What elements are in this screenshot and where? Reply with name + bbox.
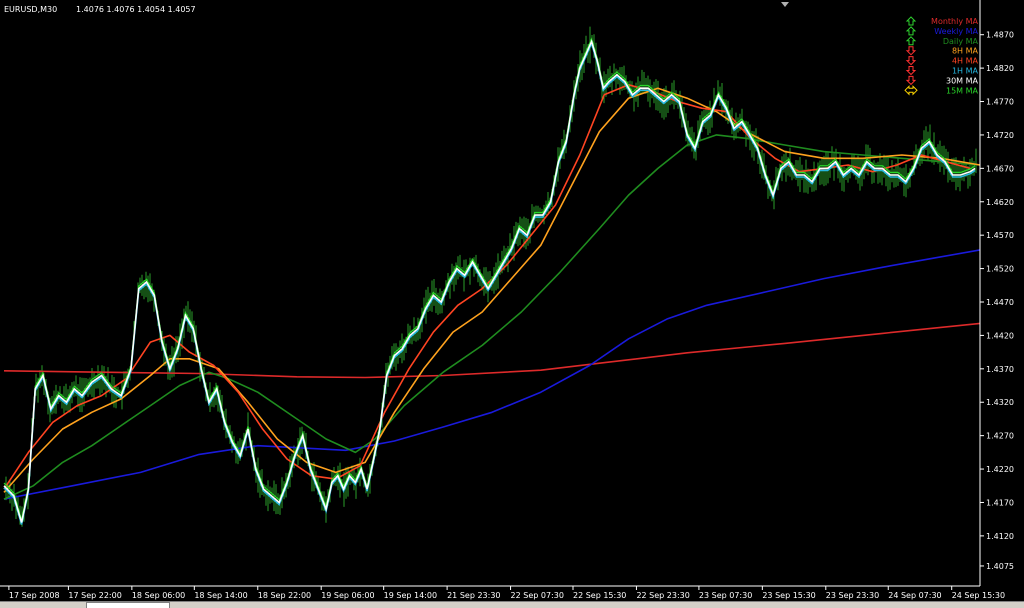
legend-label: 30M MA xyxy=(946,76,979,85)
y-tick-label: 1.4720 xyxy=(986,131,1014,140)
arrow-up-icon xyxy=(905,16,917,26)
legend-label: 8H MA xyxy=(952,47,979,56)
x-tick-label: 17 Sep 22:00 xyxy=(68,591,121,600)
x-tick-label: 23 Sep 15:30 xyxy=(762,591,815,600)
legend-label: 4H MA xyxy=(952,57,979,66)
shift-marker-icon[interactable] xyxy=(781,2,789,7)
x-tick-label: 19 Sep 06:00 xyxy=(321,591,374,600)
x-tick-label: 18 Sep 06:00 xyxy=(132,591,185,600)
legend-label: Daily MA xyxy=(943,37,979,46)
symbol-label: EURUSD,M30 xyxy=(4,5,57,14)
y-tick-label: 1.4870 xyxy=(986,31,1014,40)
legend-label: 15M MA xyxy=(946,86,979,95)
y-tick-label: 1.4220 xyxy=(986,465,1014,474)
arrow-up-icon xyxy=(905,36,917,46)
x-tick-label: 22 Sep 23:30 xyxy=(636,591,689,600)
y-tick-label: 1.4670 xyxy=(986,164,1014,173)
y-tick-label: 1.4120 xyxy=(986,532,1014,541)
x-tick-label: 22 Sep 07:30 xyxy=(511,591,564,600)
y-tick-label: 1.4075 xyxy=(986,562,1014,571)
arrow-down-icon xyxy=(905,56,917,66)
ma-line-daily-ma xyxy=(3,134,981,500)
x-tick-label: 21 Sep 23:30 xyxy=(447,591,500,600)
legend-label: 1H MA xyxy=(952,67,979,76)
arrow-down-icon xyxy=(905,66,917,76)
x-tick-label: 23 Sep 07:30 xyxy=(699,591,752,600)
ohlc-values: 1.4076 1.4076 1.4054 1.4057 xyxy=(76,5,196,14)
y-tick-label: 1.4420 xyxy=(986,331,1014,340)
legend-label: Weekly MA xyxy=(934,27,978,36)
x-tick-label: 23 Sep 23:30 xyxy=(826,591,879,600)
x-tick-label: 22 Sep 15:30 xyxy=(573,591,626,600)
y-tick-label: 1.4820 xyxy=(986,64,1014,73)
chart-tab[interactable] xyxy=(86,602,170,608)
y-tick-label: 1.4370 xyxy=(986,365,1014,374)
x-tick-label: 24 Sep 07:30 xyxy=(888,591,941,600)
x-tick-label: 18 Sep 14:00 xyxy=(194,591,247,600)
arrow-sideways-icon xyxy=(904,85,918,96)
ma-legend: Monthly MAWeekly MADaily MA8H MA4H MA1H … xyxy=(904,16,979,96)
y-tick-label: 1.4520 xyxy=(986,265,1014,274)
y-tick-label: 1.4620 xyxy=(986,198,1014,207)
ma-line-monthly-ma xyxy=(3,322,981,379)
arrow-down-icon xyxy=(905,75,917,86)
y-tick-label: 1.4470 xyxy=(986,298,1014,307)
legend-label: Monthly MA xyxy=(931,17,978,26)
y-tick-label: 1.4570 xyxy=(986,231,1014,240)
x-tick-label: 24 Sep 15:30 xyxy=(952,591,1005,600)
chart-canvas[interactable]: 1.4870 1.4820 1.4770 1.4720 1.4670 1.4620 1.45… xyxy=(0,0,1024,601)
y-tick-label: 1.4320 xyxy=(986,398,1014,407)
x-tick-label: 18 Sep 22:00 xyxy=(258,591,311,600)
y-tick-label: 1.4270 xyxy=(986,432,1014,441)
x-tick-label: 17 Sep 2008 xyxy=(9,591,60,600)
arrow-down-icon xyxy=(905,46,917,56)
y-tick-label: 1.4770 xyxy=(986,98,1014,107)
x-tick-label: 19 Sep 14:00 xyxy=(384,591,437,600)
chart-window[interactable]: 1.4870 1.4820 1.4770 1.4720 1.4670 1.4620 1.45… xyxy=(0,0,1024,608)
y-tick-label: 1.4170 xyxy=(986,498,1014,507)
arrow-up-icon xyxy=(905,26,917,36)
